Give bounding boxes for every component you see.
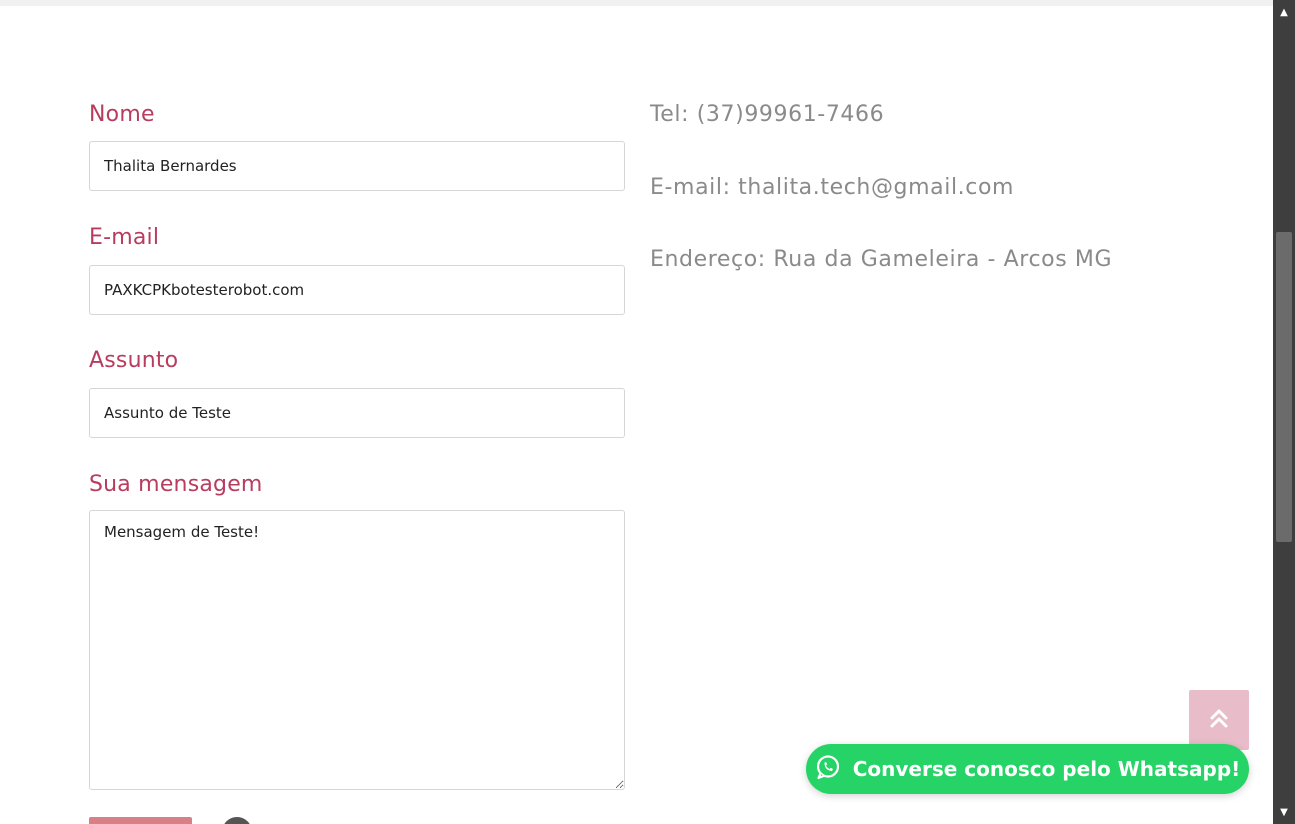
subject-input[interactable] [89,388,625,438]
email-input[interactable] [89,265,625,315]
contact-page: Nome E-mail Assunto Sua mensagem Mensage… [0,0,1273,824]
whatsapp-chat-button[interactable]: Converse conosco pelo Whatsapp! [806,744,1249,794]
scrollbar-thumb[interactable] [1276,232,1292,542]
name-label: Nome [89,102,155,127]
phone-text: Tel: (37)99961-7466 [650,102,885,127]
whatsapp-button-label: Converse conosco pelo Whatsapp! [852,757,1241,781]
submit-button[interactable] [89,817,192,824]
scroll-up-arrow-icon[interactable]: ▲ [1273,2,1295,22]
vertical-scrollbar[interactable]: ▲ ▼ [1273,0,1295,824]
double-chevron-up-icon [1207,706,1231,734]
captcha-badge-icon[interactable] [222,817,252,824]
top-divider [0,0,1273,6]
email-label: E-mail [89,225,160,250]
subject-label: Assunto [89,348,179,373]
back-to-top-button[interactable] [1189,690,1249,750]
address-text: Endereço: Rua da Gameleira - Arcos MG [650,247,1113,272]
email-text: E-mail: thalita.tech@gmail.com [650,175,1015,200]
name-input[interactable] [89,141,625,191]
whatsapp-icon [815,754,841,784]
scroll-down-arrow-icon[interactable]: ▼ [1273,802,1295,822]
message-label: Sua mensagem [89,472,263,497]
message-textarea[interactable]: Mensagem de Teste! [89,510,625,790]
